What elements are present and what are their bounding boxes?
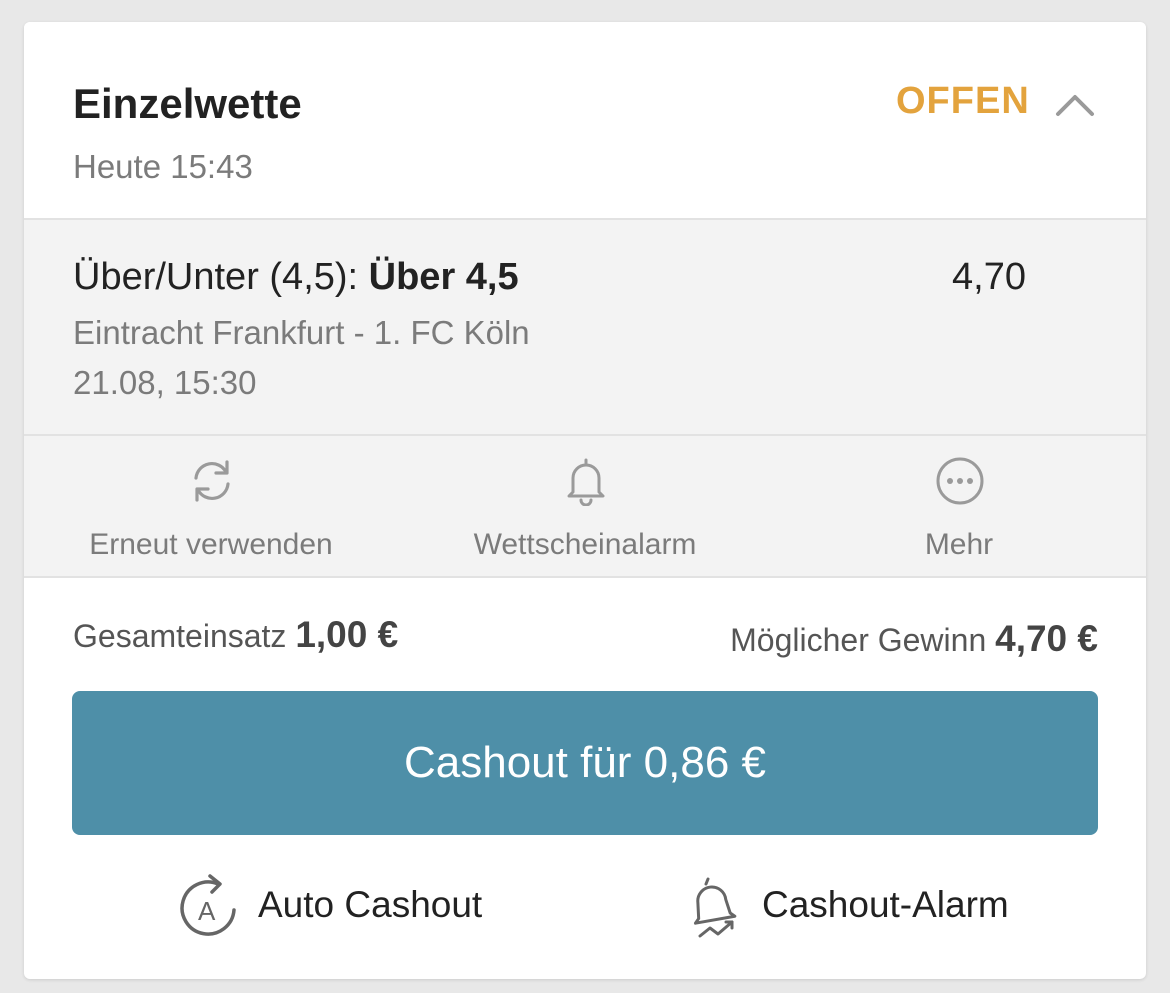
possible-win: Möglicher Gewinn 4,70 € xyxy=(730,618,1098,660)
win-value: 4,70 € xyxy=(995,618,1098,659)
auto-cashout-button[interactable]: A Auto Cashout xyxy=(176,872,496,942)
bet-selection: Über/Unter (4,5): Über 4,5 4,70 Eintrach… xyxy=(24,218,1146,436)
auto-cashout-icon: A xyxy=(180,874,236,936)
total-stake: Gesamteinsatz 1,00 € xyxy=(73,614,398,656)
bet-type-title: Einzelwette xyxy=(73,80,302,127)
market-name: Über/Unter (4,5): xyxy=(73,256,369,298)
event-date: 21.08, 15:30 xyxy=(73,364,257,401)
win-label: Möglicher Gewinn xyxy=(730,622,996,658)
stake-label: Gesamteinsatz xyxy=(73,618,296,654)
bet-actions: Erneut verwenden Wettscheinalarm Mehr xyxy=(24,436,1146,578)
more-button[interactable]: Mehr xyxy=(772,436,1146,578)
refresh-icon xyxy=(194,460,230,502)
bet-alarm-button[interactable]: Wettscheinalarm xyxy=(398,436,772,578)
bet-placed-time: Heute 15:43 xyxy=(73,148,253,185)
cashout-alarm-label: Cashout-Alarm xyxy=(762,884,1009,925)
reuse-button[interactable]: Erneut verwenden xyxy=(24,436,398,578)
reuse-label: Erneut verwenden xyxy=(89,528,333,561)
chevron-up-icon[interactable] xyxy=(1054,88,1096,118)
event-name: Eintracht Frankfurt - 1. FC Köln xyxy=(73,314,530,351)
bet-alarm-label: Wettscheinalarm xyxy=(473,528,697,561)
auto-cashout-label: Auto Cashout xyxy=(258,884,483,925)
bet-header[interactable]: Einzelwette Heute 15:43 OFFEN xyxy=(24,22,1146,218)
more-icon xyxy=(936,457,984,505)
bell-icon xyxy=(567,458,605,506)
market-pick: Über 4,5 xyxy=(368,256,519,298)
svg-text:A: A xyxy=(198,896,216,926)
cashout-button[interactable]: Cashout für 0,86 € xyxy=(72,691,1098,835)
cashout-alarm-icon xyxy=(693,877,737,938)
cashout-alarm-button[interactable]: Cashout-Alarm xyxy=(686,872,1016,942)
market-line: Über/Unter (4,5): Über 4,5 xyxy=(73,256,519,299)
bet-card: Einzelwette Heute 15:43 OFFEN Über/Unter… xyxy=(24,22,1146,979)
bet-status-badge: OFFEN xyxy=(896,80,1030,122)
stake-value: 1,00 € xyxy=(295,614,399,655)
more-label: Mehr xyxy=(924,528,994,561)
selection-odds: 4,70 xyxy=(952,256,1026,298)
